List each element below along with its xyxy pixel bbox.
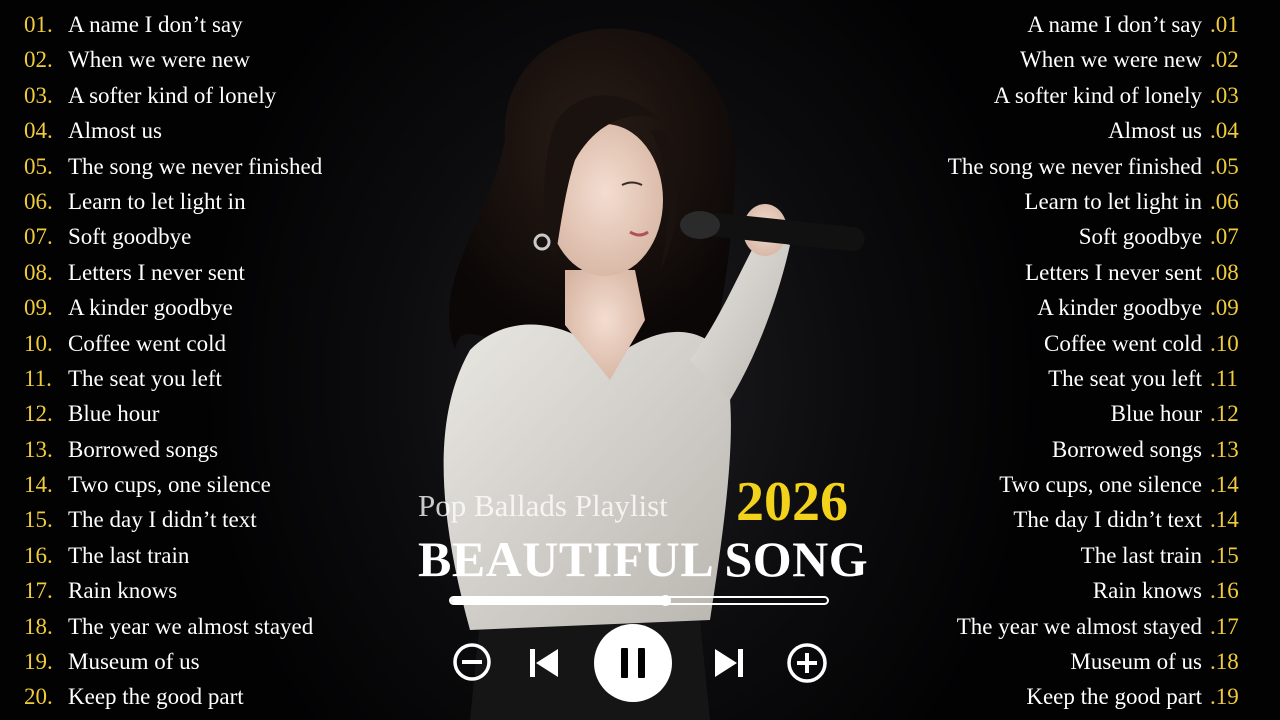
track-number: .06	[1210, 188, 1239, 214]
track-title: Blue hour	[68, 401, 160, 427]
track-title: When we were new	[68, 47, 250, 73]
track-title: The seat you left	[68, 365, 222, 391]
track-number: .04	[1210, 118, 1239, 144]
track-number: .02	[1210, 47, 1239, 73]
track-title: Almost us	[68, 118, 162, 144]
track-number: 14.	[24, 472, 53, 498]
track-title: A name I don’t say	[68, 12, 243, 37]
skip-previous-icon[interactable]	[527, 646, 561, 680]
track-title: Keep the good part	[68, 684, 244, 710]
track-title: Keep the good part	[1026, 684, 1202, 710]
playlist-thumbnail: 01. A name I don’t say 02. When we were new…	[0, 0, 1280, 720]
track-title: The day I didn’t text	[68, 507, 257, 533]
track-number: .01	[1210, 12, 1239, 37]
track-number: .19	[1210, 684, 1239, 710]
progress-bar[interactable]	[449, 595, 829, 606]
track-title: Rain knows	[1092, 578, 1202, 604]
track-number: 09.	[24, 295, 53, 321]
track-title: Learn to let light in	[68, 188, 246, 214]
track-number: 07.	[24, 224, 53, 250]
track-title: The year we almost stayed	[68, 613, 314, 639]
track-title: The song we never finished	[68, 153, 323, 179]
track-number: .05	[1210, 153, 1239, 179]
track-number: 01.	[24, 12, 53, 37]
track-title: Two cups, one silence	[999, 472, 1202, 498]
track-number: .07	[1210, 224, 1239, 250]
track-title: Letters I never sent	[68, 259, 245, 285]
track-number: 02.	[24, 47, 53, 73]
track-title: A softer kind of lonely	[68, 82, 277, 108]
track-number: 16.	[24, 542, 53, 568]
track-number: .14	[1210, 507, 1239, 533]
track-title: A kinder goodbye	[1037, 295, 1202, 321]
track-title: The last train	[1080, 542, 1202, 568]
plus-circle-icon[interactable]	[786, 642, 828, 684]
track-title: The seat you left	[1048, 365, 1202, 391]
track-number: 18.	[24, 613, 53, 639]
track-title: Two cups, one silence	[68, 472, 271, 498]
playlist-subtitle: Pop Ballads Playlist	[418, 488, 668, 523]
track-number: 20.	[24, 684, 53, 710]
track-title: A softer kind of lonely	[993, 82, 1202, 108]
track-number: .10	[1210, 330, 1239, 356]
track-title: A kinder goodbye	[68, 295, 233, 321]
track-number: .17	[1210, 613, 1239, 639]
track-title: The song we never finished	[947, 153, 1202, 179]
track-title: The day I didn’t text	[1013, 507, 1202, 533]
track-number: 05.	[24, 153, 53, 179]
track-number: .13	[1210, 436, 1239, 462]
pause-icon[interactable]	[594, 624, 672, 702]
track-title: Museum of us	[1070, 649, 1202, 675]
track-number: 11.	[24, 365, 52, 391]
track-number: .08	[1210, 259, 1239, 285]
skip-next-icon[interactable]	[712, 646, 746, 680]
track-title: Soft goodbye	[1078, 224, 1202, 250]
track-title: The last train	[68, 542, 190, 568]
track-title: Letters I never sent	[1025, 259, 1202, 285]
track-title: Rain knows	[68, 578, 178, 604]
progress-knob[interactable]	[660, 595, 672, 606]
track-number: 03.	[24, 82, 53, 108]
track-number: 13.	[24, 436, 53, 462]
playlist-year: 2026	[736, 471, 848, 533]
track-title: Borrowed songs	[1051, 436, 1202, 462]
track-title: Learn to let light in	[1024, 188, 1202, 214]
track-number: 08.	[24, 259, 53, 285]
track-title: Soft goodbye	[68, 224, 192, 250]
track-number: .15	[1210, 542, 1239, 568]
singer-photo	[443, 28, 865, 720]
playlist-title: BEAUTIFUL SONG	[418, 531, 869, 587]
track-title: Museum of us	[68, 649, 200, 675]
track-number: 15.	[24, 507, 53, 533]
track-number: 12.	[24, 401, 53, 427]
track-title: Blue hour	[1110, 401, 1202, 427]
track-number: .03	[1210, 82, 1239, 108]
track-number: .14	[1210, 472, 1239, 498]
minus-circle-icon[interactable]	[452, 642, 492, 682]
track-number: 17.	[24, 578, 53, 604]
track-title: A name I don’t say	[1027, 12, 1202, 37]
track-number: .09	[1210, 295, 1239, 321]
track-title: Almost us	[1108, 118, 1202, 144]
track-number: 06.	[24, 188, 53, 214]
track-number: .16	[1210, 578, 1239, 604]
track-number: .12	[1210, 401, 1239, 427]
track-title: Coffee went cold	[1044, 330, 1202, 356]
track-number: .11	[1210, 365, 1238, 391]
track-title: Borrowed songs	[68, 436, 219, 462]
track-number: 19.	[24, 649, 53, 675]
progress-fill	[451, 598, 666, 603]
track-number: 04.	[24, 118, 53, 144]
track-title: When we were new	[1020, 47, 1202, 73]
track-title: The year we almost stayed	[956, 613, 1202, 639]
track-title: Coffee went cold	[68, 330, 226, 356]
track-number: 10.	[24, 330, 53, 356]
track-number: .18	[1210, 649, 1239, 675]
